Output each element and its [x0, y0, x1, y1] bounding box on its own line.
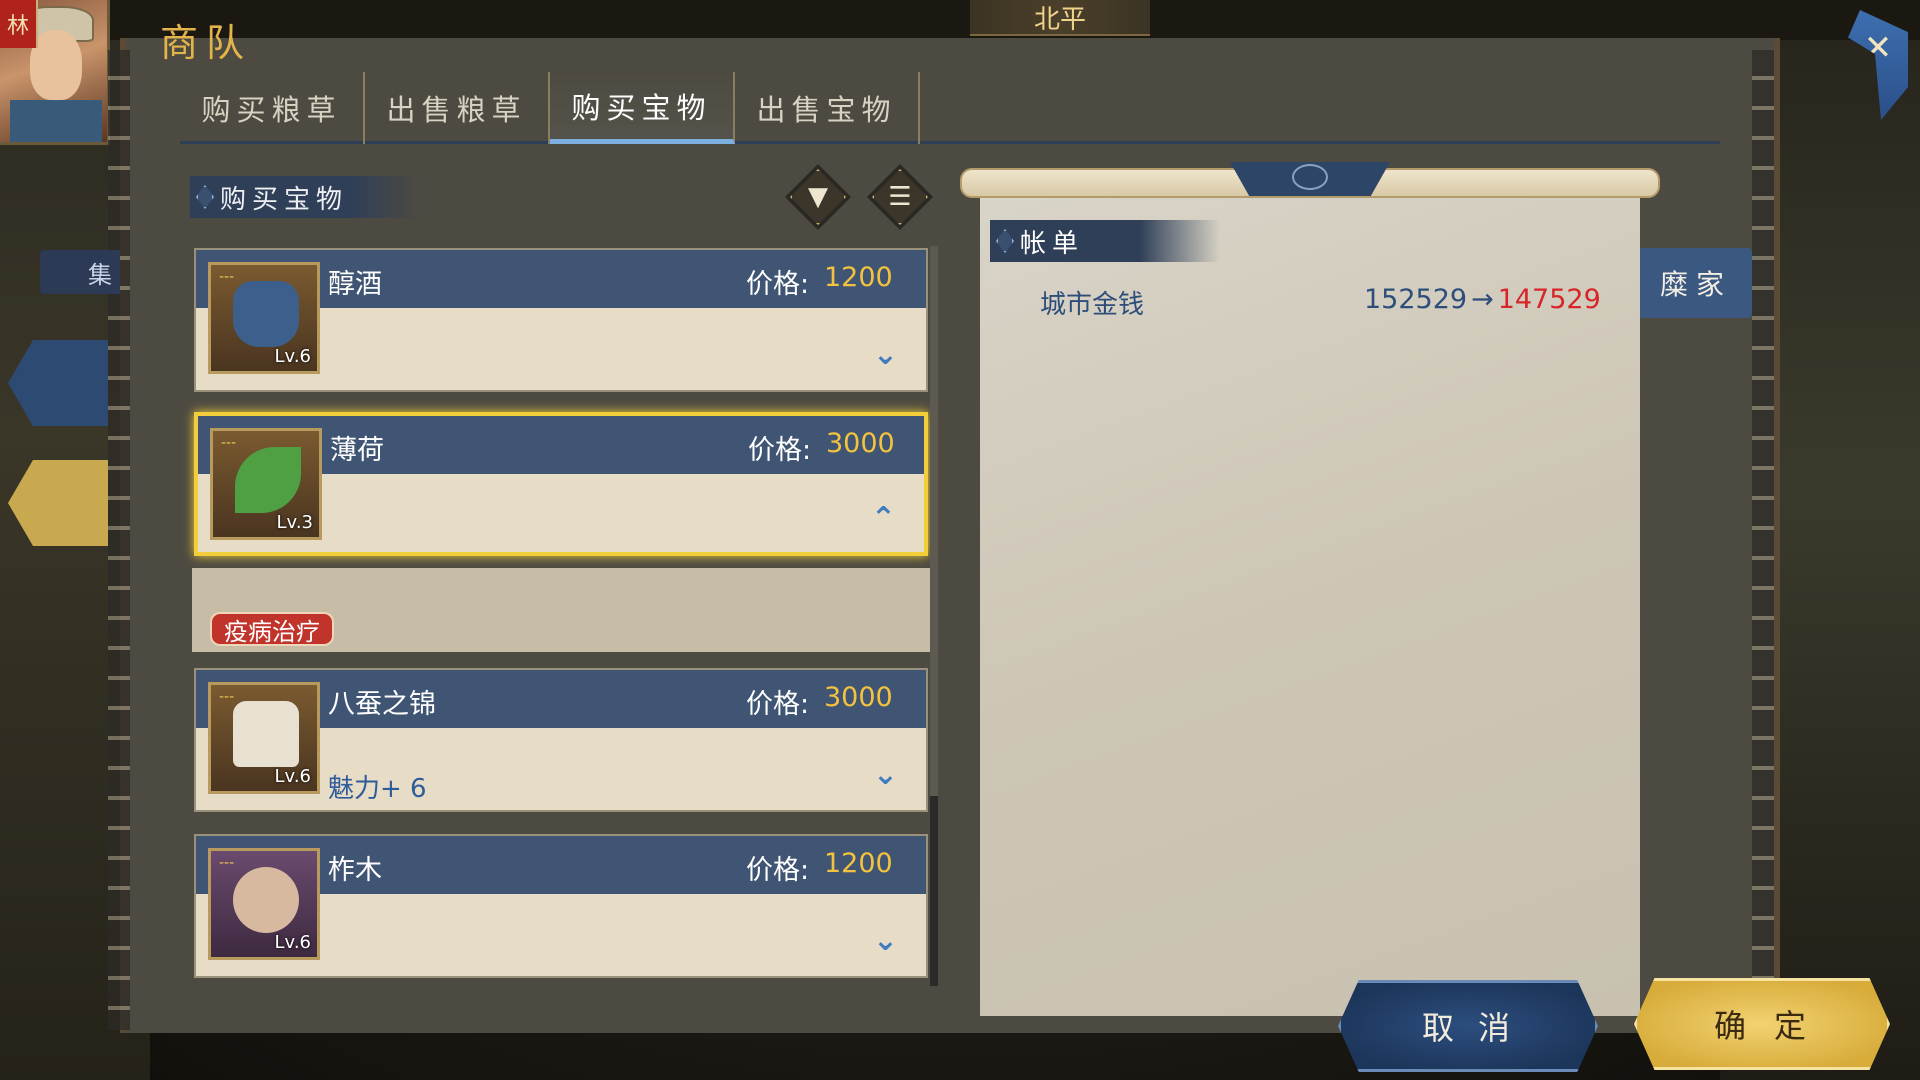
list-icon: ☰ — [888, 182, 912, 212]
panel-rail-right — [1752, 50, 1774, 1030]
mint-leaf-icon — [235, 447, 301, 513]
item-attribute: 魅力+ 6 — [328, 774, 427, 804]
bill-row-label: 城市金钱 — [1040, 290, 1145, 320]
item-card[interactable]: --- Lv.6 八蚕之锦 价格: 3000 魅力+ 6 ⌄ — [194, 668, 928, 812]
quality-dots: --- — [219, 269, 235, 285]
list-section-title: 购买宝物 — [220, 184, 349, 215]
list-section-header: 购买宝物 — [190, 176, 420, 218]
item-detail-panel: 疫病治疗 — [192, 568, 932, 652]
quality-dots: --- — [219, 689, 235, 705]
city-name: 北平 — [970, 0, 1150, 36]
wood-logs-icon — [233, 867, 299, 933]
tab-sell-treasures[interactable]: 出售宝物 — [735, 72, 920, 144]
chevron-up-icon[interactable]: ⌃ — [871, 501, 896, 536]
chevron-down-icon[interactable]: ⌄ — [873, 757, 898, 792]
avatar-name-badge: 林 — [0, 0, 38, 48]
side-tab-market[interactable]: 集 — [40, 250, 120, 294]
item-level: Lv.6 — [274, 932, 311, 953]
quality-dots: --- — [221, 435, 237, 451]
item-price: 3000 — [824, 682, 893, 713]
quality-dots: --- — [219, 855, 235, 871]
ornament-icon — [1292, 164, 1328, 190]
diamond-icon — [196, 185, 214, 209]
bill-title: 帐单 — [1020, 228, 1085, 259]
item-name: 薄荷 — [330, 435, 384, 466]
chevron-down-icon[interactable]: ⌄ — [873, 923, 898, 958]
bill-header: 帐单 — [990, 220, 1220, 262]
item-thumbnail: --- Lv.6 — [208, 682, 320, 794]
item-level: Lv.6 — [274, 346, 311, 367]
item-name: 八蚕之锦 — [328, 689, 436, 720]
item-price: 1200 — [824, 848, 893, 879]
tab-buy-treasures[interactable]: 购买宝物 — [550, 72, 735, 144]
item-price-label: 价格: — [748, 435, 812, 466]
chevron-down-icon[interactable]: ⌄ — [873, 337, 898, 372]
item-price-label: 价格: — [746, 269, 810, 300]
new-money-value: 147529 — [1497, 284, 1601, 315]
confirm-button[interactable]: 确定 — [1634, 978, 1890, 1070]
arrow-icon: → — [1471, 284, 1494, 315]
tab-buy-provisions[interactable]: 购买粮草 — [180, 72, 365, 144]
diamond-icon — [996, 229, 1014, 253]
item-price: 1200 — [824, 262, 893, 293]
item-name: 柞木 — [328, 855, 382, 886]
item-card[interactable]: --- Lv.6 柞木 价格: 1200 ⌄ — [194, 834, 928, 978]
item-price: 3000 — [826, 428, 895, 459]
panel-rail-left — [108, 50, 130, 1030]
background-top — [0, 0, 1920, 40]
panel-title: 商队 — [160, 21, 253, 65]
old-money-value: 152529 — [1364, 284, 1468, 315]
effect-tag: 疫病治疗 — [210, 612, 334, 646]
scrollbar-thumb[interactable] — [930, 246, 938, 796]
tab-bar: 购买粮草 出售粮草 购买宝物 出售宝物 — [180, 72, 1720, 144]
item-level: Lv.6 — [274, 766, 311, 787]
item-price-label: 价格: — [746, 689, 810, 720]
cancel-button[interactable]: 取消 — [1338, 980, 1598, 1072]
item-level: Lv.3 — [276, 512, 313, 533]
side-tab-label: 集 — [88, 260, 112, 289]
item-thumbnail: --- Lv.6 — [208, 262, 320, 374]
item-thumbnail: --- Lv.3 — [210, 428, 322, 540]
wine-jar-icon — [233, 281, 299, 347]
merchant-family-tag[interactable]: 糜家 — [1640, 248, 1752, 318]
item-card[interactable]: --- Lv.6 醇酒 价格: 1200 ⌄ — [194, 248, 928, 392]
list-scrollbar[interactable] — [930, 246, 938, 986]
tab-sell-provisions[interactable]: 出售粮草 — [365, 72, 550, 144]
bill-row-values: 152529 → 147529 — [1364, 284, 1601, 315]
item-thumbnail: --- Lv.6 — [208, 848, 320, 960]
item-price-label: 价格: — [746, 855, 810, 886]
filter-icon: ▼ — [808, 182, 828, 212]
item-name: 醇酒 — [328, 269, 382, 300]
item-card[interactable]: --- Lv.3 薄荷 价格: 3000 ⌃ — [194, 412, 928, 556]
robe-icon — [233, 701, 299, 767]
scroll-knob — [1230, 162, 1390, 196]
avatar-collar — [10, 100, 102, 142]
